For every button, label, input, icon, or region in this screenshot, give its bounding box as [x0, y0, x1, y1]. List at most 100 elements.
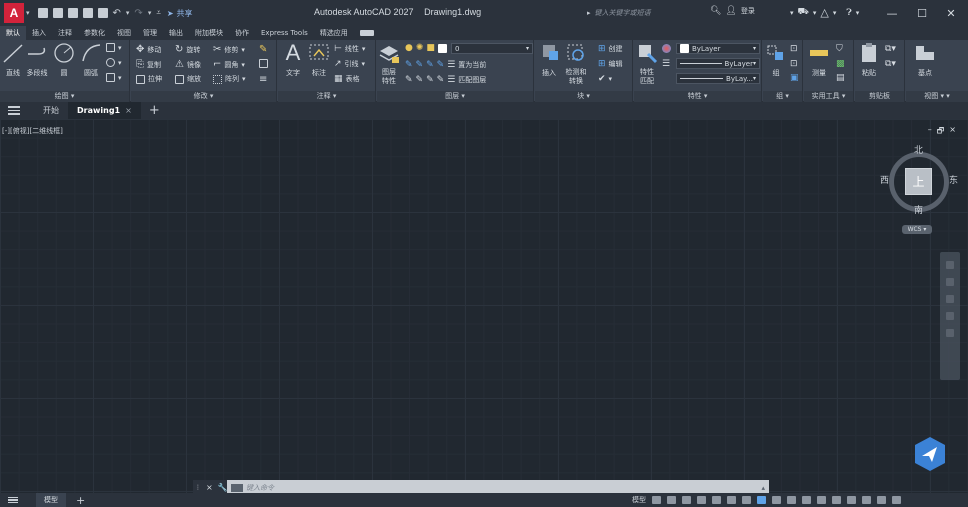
offset-tool[interactable]: ≡	[259, 74, 267, 85]
group-select-icon[interactable]: ▣	[790, 73, 799, 83]
dynamic-input-icon[interactable]	[697, 496, 706, 504]
layer-unlock-icon[interactable]: ✎	[437, 75, 445, 85]
orbit-icon[interactable]	[946, 312, 954, 320]
infer-icon[interactable]	[682, 496, 691, 504]
ribbon-tab-3[interactable]: 参数化	[78, 26, 111, 40]
group-edit-icon[interactable]: ⊡	[790, 59, 798, 69]
ribbon-tab-8[interactable]: 协作	[229, 26, 255, 40]
units-icon[interactable]	[847, 496, 856, 504]
chevron-up-icon[interactable]: ▴	[761, 484, 765, 492]
erase-tool[interactable]: ✎	[259, 44, 267, 55]
panel-annotation-label[interactable]: 注释 ▾	[278, 91, 375, 102]
maximize-button[interactable]: ☐	[910, 4, 934, 22]
layer-off-icon[interactable]: ✎	[405, 60, 413, 70]
trim-tool[interactable]: ✂ 修剪 ▾	[213, 44, 245, 55]
add-layout-button[interactable]: +	[76, 494, 85, 507]
viewcube-top-face[interactable]: 上	[905, 168, 932, 195]
chevron-down-icon[interactable]: ▾	[790, 9, 794, 17]
layer-properties-tool[interactable]: 图层 特性	[378, 42, 400, 86]
chevron-down-icon[interactable]: ▾	[856, 9, 860, 17]
layer-unisolate-icon[interactable]: ✎	[416, 75, 424, 85]
measure-tool[interactable]: 测量	[808, 42, 830, 78]
customize-status-icon[interactable]	[892, 496, 901, 504]
viewcube-east[interactable]: 东	[949, 173, 958, 186]
ribbon-tab-9[interactable]: Express Tools	[255, 26, 314, 40]
linear-dim-tool[interactable]: ⊢ 线性 ▾	[334, 44, 365, 54]
wcs-menu[interactable]: WCS ▾	[902, 225, 932, 234]
drawing-canvas[interactable]: [-][俯视][二维线框] – 🗗 × 上 北 南 东 西 WCS ▾ ⋮ × …	[0, 119, 968, 495]
isodraft-icon[interactable]	[742, 496, 751, 504]
block-attribute-tool[interactable]: ✔ ▾	[598, 74, 612, 84]
grip-icon[interactable]: ⋮	[195, 484, 201, 491]
chevron-down-icon[interactable]: ▾	[833, 9, 837, 17]
mirror-tool[interactable]: ⚠︎ 镜像	[175, 59, 201, 70]
help-icon[interactable]: ❓︎	[846, 8, 851, 18]
menu-icon[interactable]	[8, 496, 18, 504]
layer-dropdown[interactable]: 0 ▾	[451, 43, 533, 54]
ungroup-icon[interactable]: ⊡	[790, 44, 798, 54]
group-tool[interactable]: 组	[765, 42, 787, 78]
signin-label[interactable]: 登录	[741, 6, 755, 16]
array-tool[interactable]: 阵列 ▾	[213, 74, 246, 84]
object-snap-tracking-icon[interactable]	[757, 496, 766, 504]
linetype-icon[interactable]: ☰	[662, 59, 670, 69]
isolate-objects-icon[interactable]	[877, 496, 886, 504]
model-space-label[interactable]: 模型	[632, 495, 646, 505]
save-as-icon[interactable]	[82, 8, 93, 18]
ribbon-tab-2[interactable]: 注释	[52, 26, 78, 40]
viewcube-north[interactable]: 北	[914, 143, 923, 156]
ribbon-tab-5[interactable]: 管理	[137, 26, 163, 40]
rectangle-tool[interactable]: ▾	[106, 43, 122, 52]
bulb-icon[interactable]: ●	[405, 43, 413, 53]
color-wheel-icon[interactable]	[662, 44, 671, 53]
chevron-down-icon[interactable]: ▾	[26, 9, 30, 17]
leader-tool[interactable]: ↗ 引线 ▾	[334, 59, 365, 69]
ribbon-tab-7[interactable]: 附加模块	[189, 26, 229, 40]
panel-properties-label[interactable]: 特性 ▾	[634, 91, 761, 102]
panel-layers-label[interactable]: 图层 ▾	[377, 91, 533, 102]
search-input[interactable]: ▸ 键入关键字或短语	[587, 6, 705, 20]
layer-isolate-icon[interactable]: ✎	[416, 60, 424, 70]
workspace-gear-icon[interactable]	[832, 496, 841, 504]
save-icon[interactable]	[67, 8, 78, 18]
edit-block-tool[interactable]: ⊞ 编辑	[598, 59, 623, 69]
viewport-minimize-button[interactable]: –	[928, 125, 932, 139]
customize-toolbar-icon[interactable]: ⩡	[156, 8, 161, 18]
object-snap-icon[interactable]	[772, 496, 781, 504]
ribbon-tab-6[interactable]: 输出	[163, 26, 189, 40]
minimize-button[interactable]: —	[880, 4, 904, 22]
close-command-icon[interactable]: ×	[206, 483, 213, 492]
panel-modify-label[interactable]: 修改 ▾	[131, 91, 276, 102]
scale-tool[interactable]: 缩放	[175, 74, 201, 84]
app-menu-button[interactable]: A	[4, 3, 24, 23]
quick-select-icon[interactable]: ⛉	[836, 44, 843, 54]
menu-icon[interactable]	[8, 106, 20, 115]
arc-tool[interactable]: 圆弧	[80, 42, 102, 78]
open-file-icon[interactable]	[52, 8, 63, 18]
sun-icon[interactable]: ✺	[416, 43, 424, 53]
polyline-tool[interactable]: 多段线	[26, 42, 48, 78]
insert-block-tool[interactable]: 插入	[538, 42, 560, 78]
viewport-close-button[interactable]: ×	[949, 125, 956, 139]
match-properties-tool[interactable]: 特性 匹配	[636, 42, 658, 86]
layer-color-swatch[interactable]	[437, 43, 447, 53]
cart-icon[interactable]: ⛟	[798, 7, 809, 18]
ortho-icon[interactable]	[712, 496, 721, 504]
steering-wheel-icon[interactable]	[946, 261, 954, 269]
viewport-label[interactable]: [-][俯视][二维线框]	[2, 126, 63, 136]
layer-on-icon[interactable]: ✎	[405, 75, 413, 85]
panel-view-label[interactable]: 视图 ▾ ▾	[906, 91, 968, 102]
line-tool[interactable]: 直线	[2, 42, 24, 78]
quick-properties-icon[interactable]	[862, 496, 871, 504]
user-icon[interactable]: 👤︎	[725, 6, 736, 16]
chevron-down-icon[interactable]: ▾	[148, 9, 152, 17]
panel-draw-label[interactable]: 绘图 ▾	[0, 91, 129, 102]
zoom-icon[interactable]	[946, 295, 954, 303]
fillet-tool[interactable]: ⌐ 圆角 ▾	[213, 59, 245, 70]
lineweight-dropdown[interactable]: ByLay... ▾	[676, 73, 760, 84]
detect-convert-tool[interactable]: 检测和 转换	[565, 42, 587, 86]
snap-icon[interactable]	[667, 496, 676, 504]
base-view-tool[interactable]: 基点	[914, 42, 936, 78]
recent-commands-icon[interactable]	[231, 483, 243, 492]
make-current-label[interactable]: 置为当前	[458, 60, 486, 70]
